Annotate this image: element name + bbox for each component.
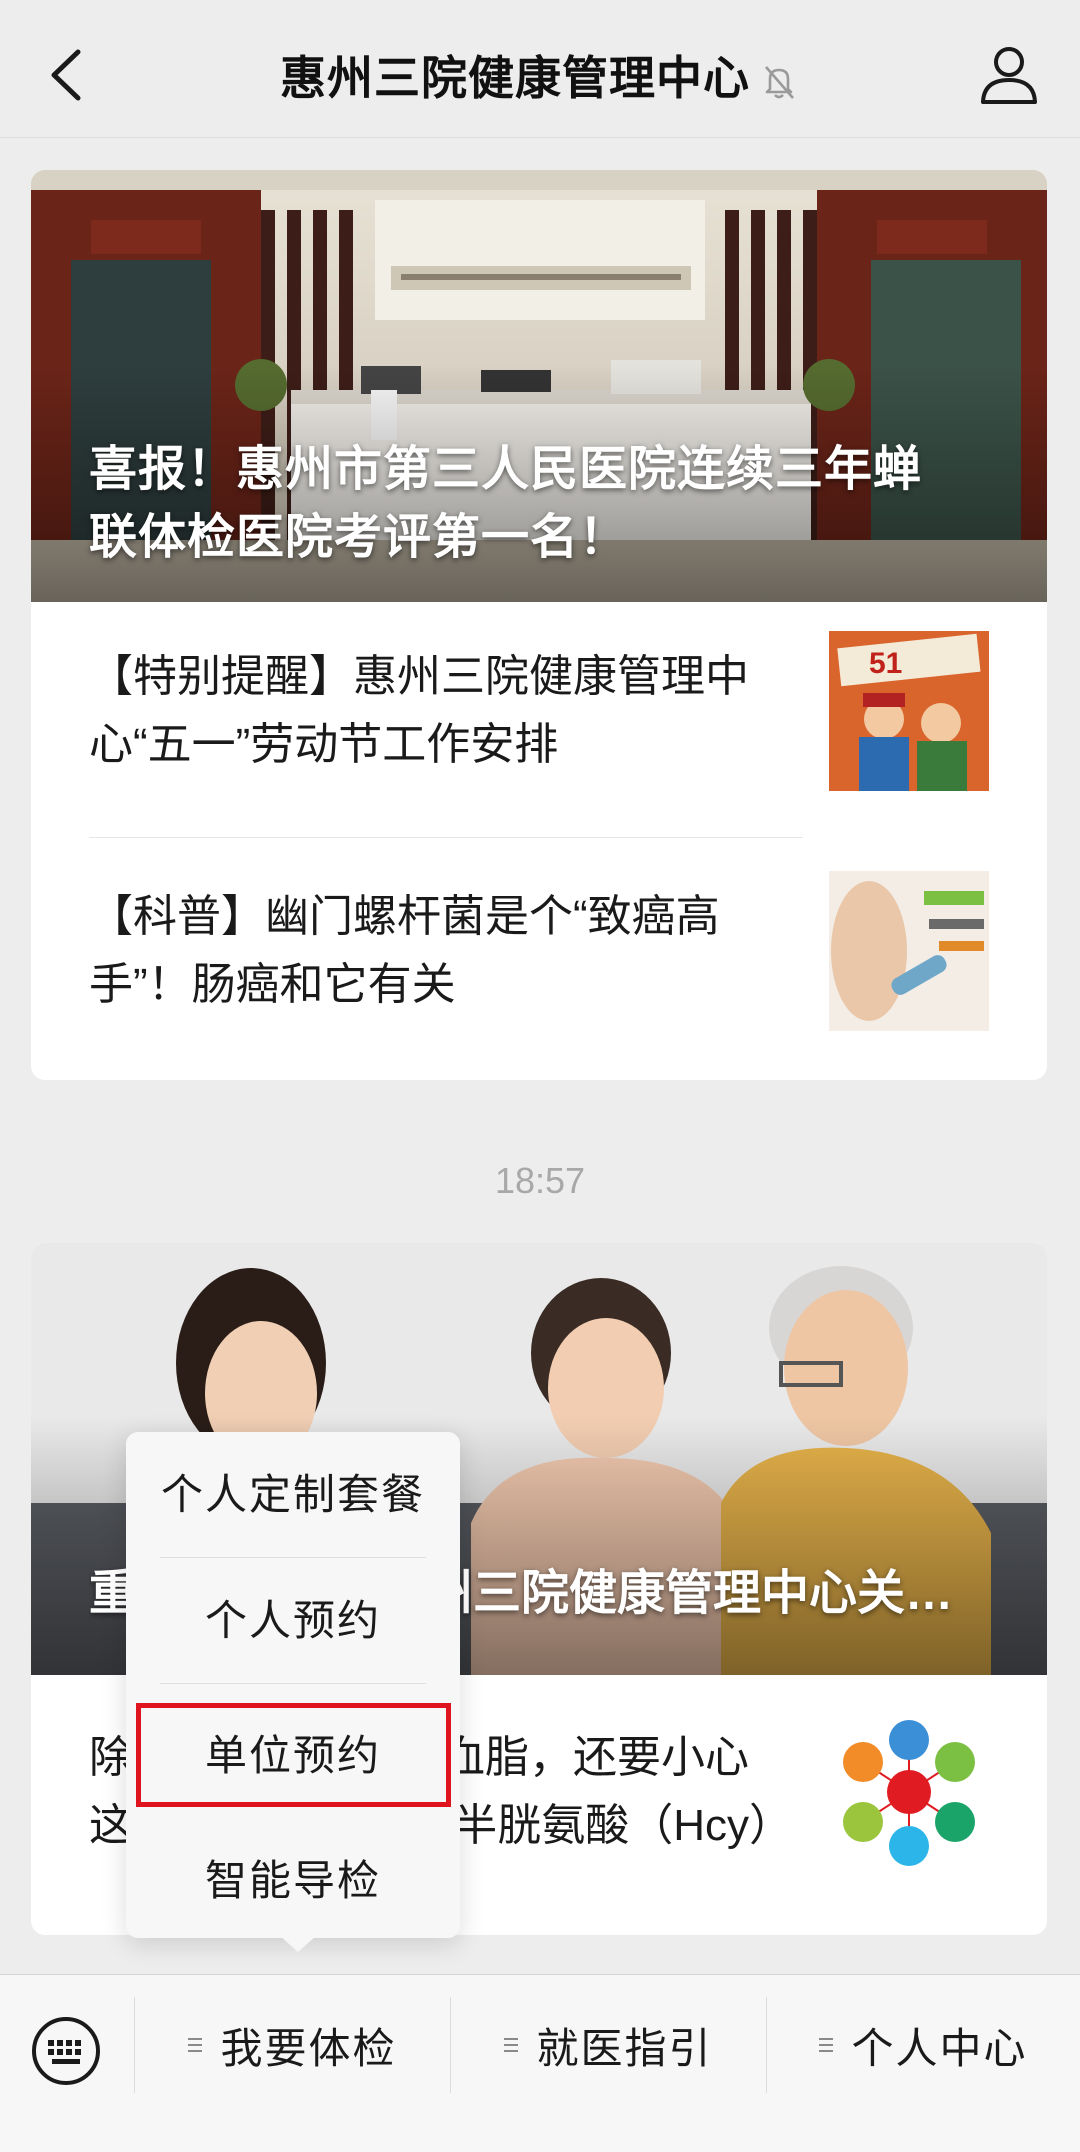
highlight-box: [136, 1703, 451, 1807]
article-title-1: 【特别提醒】惠州三院健康管理中心“五一”劳动节工作安排: [89, 652, 749, 769]
article-title-2: 【科普】幽门螺杆菌是个“致癌高手”！肠癌和它有关: [89, 892, 720, 1009]
menu-item-smart-guide[interactable]: 智能导检: [126, 1818, 460, 1943]
tab-checkup[interactable]: 我要体检: [135, 1975, 450, 2115]
bell-muted-icon: [765, 65, 794, 99]
hero-title-1: 喜报！惠州市第三人民医院连续三年蝉联体检医院考评第一名！: [89, 443, 923, 564]
tab-visit-guide-label: 就医指引: [536, 2024, 713, 2072]
chat-header: 惠州三院健康管理中心: [0, 0, 1080, 138]
svg-text:51: 51: [869, 647, 902, 680]
article-row-2[interactable]: 【科普】幽门螺杆菌是个“致癌高手”！肠癌和它有关: [31, 842, 1047, 1060]
page-title-text: 惠州三院健康管理中心: [280, 52, 750, 104]
message-timestamp: 18:57: [494, 1160, 586, 1201]
labor-day-thumbnail-image: 51: [829, 631, 989, 791]
article-thumb-3: [829, 1712, 989, 1872]
article-thumb-1: 51: [829, 631, 989, 791]
person-icon[interactable]: [974, 40, 1044, 110]
article-card-1: 喜报！惠州市第三人民医院连续三年蝉联体检医院考评第一名！ 【特别提醒】惠州三院健…: [31, 170, 1047, 1080]
breath-test-thumbnail-image: [829, 871, 989, 1031]
tab-checkup-label: 我要体检: [220, 2024, 397, 2072]
hero-article-1[interactable]: 喜报！惠州市第三人民医院连续三年蝉联体检医院考评第一名！: [31, 170, 1047, 602]
tab-submenu-popup: 个人定制套餐 个人预约 单位预约 智能导检: [126, 1432, 460, 1938]
tab-personal-center-label: 个人中心: [851, 2024, 1028, 2072]
submenu-lines-icon: [819, 2034, 834, 2056]
article-divider: [89, 837, 803, 838]
keyboard-icon[interactable]: [30, 2015, 102, 2087]
article-row-1[interactable]: 【特别提醒】惠州三院健康管理中心“五一”劳动节工作安排 51: [31, 602, 1047, 820]
menu-item-custom-package[interactable]: 个人定制套餐: [126, 1432, 460, 1557]
bottom-menu-bar: 我要体检 就医指引 个人中心: [0, 1974, 1080, 2152]
menu-item-personal-booking[interactable]: 个人预约: [126, 1558, 460, 1683]
submenu-lines-icon: [504, 2034, 519, 2056]
page-title: 惠州三院健康管理中心: [0, 42, 1080, 108]
hcy-diagram-thumbnail-image: [829, 1712, 989, 1872]
popup-pointer: [280, 1936, 316, 1952]
tab-visit-guide[interactable]: 就医指引: [451, 1975, 766, 2115]
submenu-lines-icon: [188, 2034, 203, 2056]
menu-divider: [160, 1683, 426, 1684]
article-thumb-2: [829, 871, 989, 1031]
tab-personal-center[interactable]: 个人中心: [767, 1975, 1080, 2115]
